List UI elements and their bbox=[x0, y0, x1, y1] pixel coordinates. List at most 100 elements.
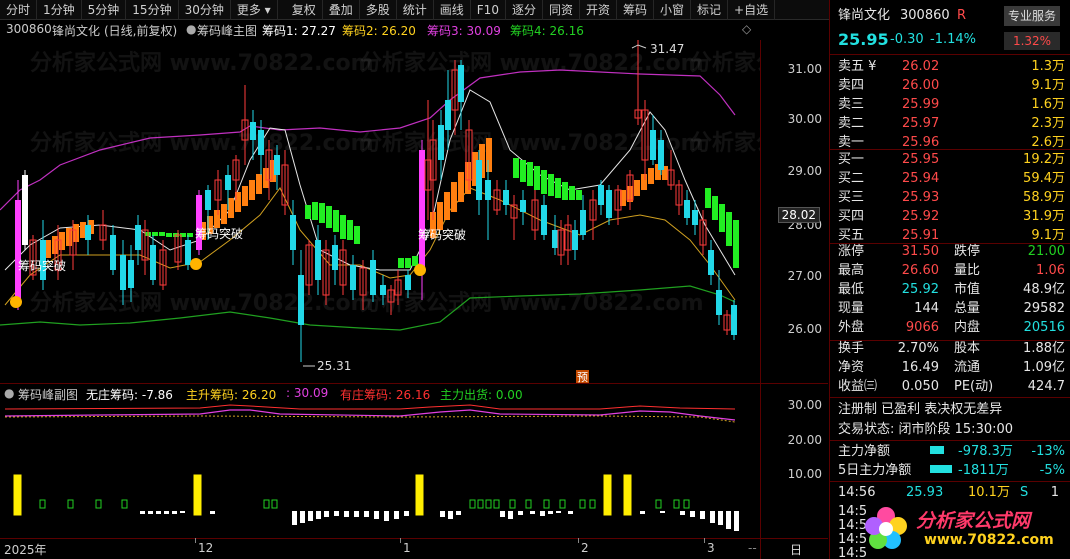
toolbar-item-4[interactable]: 30分钟 bbox=[179, 0, 231, 20]
candle-body bbox=[274, 155, 280, 175]
orange-chip bbox=[242, 186, 248, 206]
sub-white-bar bbox=[548, 511, 553, 514]
sub-title[interactable]: 筹码峰副图 bbox=[18, 386, 78, 403]
toolbar-item-15[interactable]: 筹码 bbox=[617, 0, 655, 20]
pro-service-button[interactable]: 专业服务 bbox=[1004, 6, 1060, 26]
toolbar-item-5[interactable]: 更多 ▾ bbox=[231, 0, 278, 20]
stat-row-cell: 总量 bbox=[954, 301, 981, 316]
sub-white-bar bbox=[292, 511, 297, 525]
sub-white-bar bbox=[680, 511, 685, 515]
toolbar-item-0[interactable]: 分时 bbox=[0, 0, 38, 20]
sub-white-bar bbox=[710, 511, 715, 523]
divider bbox=[830, 54, 1070, 55]
date-label: 1 bbox=[403, 541, 411, 555]
price-tick: 26.00 bbox=[787, 322, 822, 336]
sub-green-bar bbox=[477, 499, 484, 509]
candle-body bbox=[445, 100, 451, 130]
bid-row: 买二 25.94 59.4万 bbox=[830, 169, 1070, 188]
toolbar-item-1[interactable]: 1分钟 bbox=[37, 0, 82, 20]
green-chip bbox=[398, 258, 404, 268]
sub-green-bar bbox=[579, 499, 586, 509]
logo: 分析家公式网 www.70822.com bbox=[862, 500, 1067, 556]
stat-row-cell: 21.00 bbox=[1027, 244, 1065, 259]
trade-state-row: 交易状态: 闭市阶段 15:30:00 bbox=[830, 420, 1070, 439]
sub-green-bar bbox=[683, 499, 690, 509]
date-label: 3 bbox=[707, 541, 715, 555]
stat-row-cell: 1.09亿 bbox=[1023, 360, 1065, 375]
period-tab[interactable]: 日线 bbox=[790, 541, 802, 559]
main-chart[interactable]: 分析家公式网 www.70822.com 分析家公式网 www.70822.com… bbox=[0, 40, 760, 383]
candle-body bbox=[185, 240, 191, 265]
green-chip bbox=[534, 166, 540, 190]
panel-price-cell: -1.14% bbox=[930, 32, 976, 47]
bid-row: 买四 25.92 31.9万 bbox=[830, 207, 1070, 226]
sub-spike bbox=[415, 474, 424, 516]
axis-minus: -- bbox=[748, 541, 757, 555]
divider bbox=[0, 383, 828, 384]
candle-body bbox=[552, 230, 558, 248]
indicator-dot-icon[interactable]: ● bbox=[186, 22, 196, 36]
green-chip bbox=[340, 215, 346, 239]
toolbar-item-14[interactable]: 开资 bbox=[580, 0, 617, 20]
flow-bar bbox=[930, 446, 944, 454]
candle-body bbox=[85, 225, 91, 240]
ask-row-cell: 卖四 bbox=[838, 78, 865, 93]
bid-row: 买三 25.93 58.9万 bbox=[830, 188, 1070, 207]
sub-white-bar bbox=[394, 511, 399, 519]
ask-row-cell: 25.97 bbox=[902, 116, 940, 131]
stat-row: 外盘 9066 内盘 20516 bbox=[830, 318, 1070, 337]
indicator-name[interactable]: 筹码峰主图 bbox=[197, 22, 257, 39]
toolbar-item-10[interactable]: 画线 bbox=[434, 0, 471, 20]
toolbar-item-16[interactable]: 小窗 bbox=[654, 0, 692, 20]
chip4-value: 筹码4: 26.16 bbox=[510, 24, 584, 38]
candle-body bbox=[405, 275, 411, 290]
sub-dot-icon[interactable]: ● bbox=[4, 386, 14, 400]
candle-body bbox=[332, 245, 338, 270]
stat-row-cell: 最高 bbox=[838, 263, 865, 278]
toolbar-item-8[interactable]: 多股 bbox=[360, 0, 397, 20]
candle-body bbox=[606, 190, 612, 218]
stat-row-cell: 流通 bbox=[954, 360, 981, 375]
toolbar-item-17[interactable]: 标记 bbox=[691, 0, 729, 20]
sub-white-bar bbox=[540, 511, 545, 516]
toolbar-item-6[interactable]: 复权 bbox=[286, 0, 323, 20]
forecast-badge-text: 预 bbox=[577, 371, 588, 383]
chip1-value: 筹码1: 27.27 bbox=[262, 24, 336, 38]
date-label: 12 bbox=[198, 541, 214, 555]
stat-row: 净资 16.49 流通 1.09亿 bbox=[830, 358, 1070, 377]
toolbar-item-12[interactable]: 逐分 bbox=[506, 0, 543, 20]
sub-white-bar bbox=[500, 511, 505, 517]
sub-green-bar bbox=[525, 499, 532, 509]
ask-row-cell: 卖三 bbox=[838, 97, 865, 112]
toolbar-item-9[interactable]: 统计 bbox=[397, 0, 434, 20]
sub-white-bar bbox=[718, 511, 723, 525]
ask-row-cell: 25.99 bbox=[902, 97, 940, 112]
sub-white-bar bbox=[180, 511, 185, 513]
bid-row-cell: 59.4万 bbox=[1023, 171, 1065, 186]
sub-l5: 主力出货: 0.00 bbox=[440, 388, 523, 402]
sub-white-bar bbox=[354, 511, 359, 517]
sub-chart[interactable] bbox=[0, 402, 760, 538]
toolbar-item-7[interactable]: 叠加 bbox=[323, 0, 360, 20]
bid-row-cell: 买二 bbox=[838, 171, 865, 186]
toolbar-item-2[interactable]: 5分钟 bbox=[82, 0, 127, 20]
toolbar-item-18[interactable]: +自选 bbox=[728, 0, 776, 20]
sub-l3: : 30.09 bbox=[286, 386, 329, 400]
divider bbox=[830, 397, 1070, 398]
last-price-tag: 28.02 bbox=[777, 207, 820, 223]
stat-row-cell: 跌停 bbox=[954, 244, 981, 259]
breakout-label: 筹码突破 bbox=[18, 258, 66, 273]
toolbar-item-13[interactable]: 同资 bbox=[543, 0, 580, 20]
stat-row-cell: 最低 bbox=[838, 282, 865, 297]
toolbar-item-3[interactable]: 15分钟 bbox=[126, 0, 179, 20]
watermark-text: 分析家公式网 www.70822.com bbox=[30, 50, 374, 76]
sub-green-bar bbox=[509, 499, 516, 509]
watermark-text: 分析家公式网 www.70822.com bbox=[30, 130, 374, 156]
diamond-icon[interactable]: ◇ bbox=[742, 22, 751, 36]
toolbar-item-11[interactable]: F10 bbox=[471, 0, 506, 20]
candle-body bbox=[541, 205, 547, 235]
ask-row: 卖三 25.99 1.6万 bbox=[830, 95, 1070, 114]
sub-white-bar bbox=[140, 511, 145, 514]
orange-chip bbox=[648, 168, 654, 184]
sub-white-bar bbox=[334, 511, 339, 516]
